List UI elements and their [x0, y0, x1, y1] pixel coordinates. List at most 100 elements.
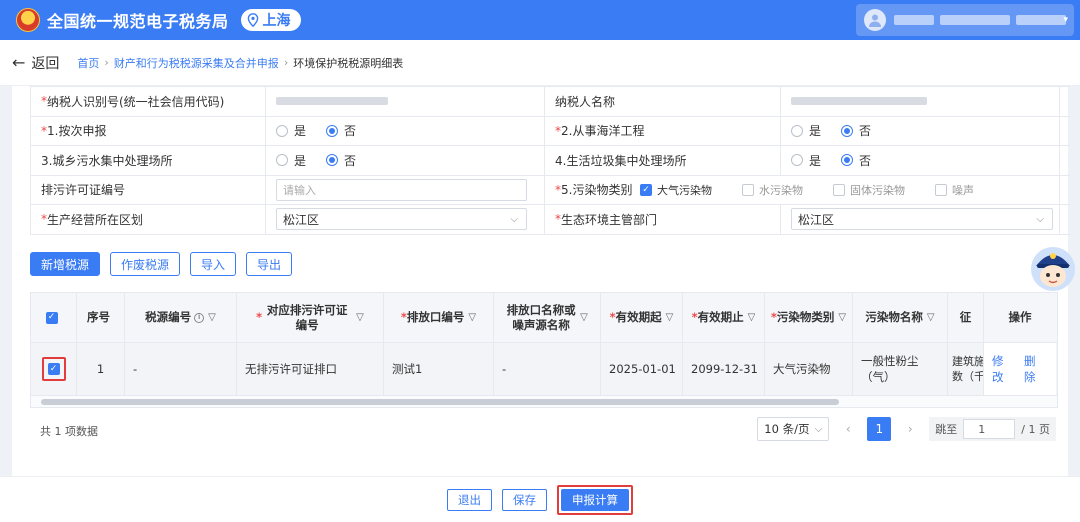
radio-yes[interactable]	[276, 124, 288, 137]
cell-end: 2099-12-31	[683, 343, 765, 395]
page-size-value: 10 条/页	[764, 422, 810, 436]
import-button[interactable]: 导入	[190, 252, 237, 276]
radio-no[interactable]	[326, 154, 339, 167]
filter-icon[interactable]: ▽	[666, 310, 674, 325]
radio-yes[interactable]	[791, 154, 803, 167]
checkbox[interactable]	[935, 183, 947, 196]
radio-yes[interactable]	[791, 124, 803, 137]
checkbox[interactable]	[833, 183, 845, 196]
user-name-redacted	[894, 15, 934, 25]
page-jump: 跳至 1 / 1 页	[929, 417, 1056, 441]
page-1-button[interactable]: 1	[867, 417, 892, 441]
by-time-label: 1.按次申报	[47, 124, 107, 139]
breadcrumb-home[interactable]: 首页	[77, 55, 99, 71]
user-id-redacted	[1016, 15, 1066, 25]
pollutant-noise-label: 噪声	[952, 183, 974, 197]
pollutant-air-label: 大气污染物	[657, 183, 712, 197]
header-no: 序号	[77, 293, 125, 342]
field-label: * 纳税人识别号(统一社会信用代码)	[30, 87, 266, 116]
radio-yes-label: 是	[294, 153, 307, 168]
permit-no-input[interactable]: 请输入	[276, 178, 527, 201]
field-label: * 生产经营所在区划	[30, 205, 266, 234]
header-end-label: 有效期止	[697, 310, 744, 324]
delete-link[interactable]: 删除	[1024, 353, 1046, 385]
checkbox-checked[interactable]: ✓	[640, 183, 652, 196]
form-row: * 生产经营所在区划 松江区 ⌵ * 生态环境主管部门 松江区 ⌵	[30, 205, 1070, 235]
scrollbar-thumb[interactable]	[41, 399, 839, 405]
header-start-label: 有效期起	[615, 310, 662, 324]
user-menu[interactable]: ▾	[856, 4, 1074, 36]
extra-line1: 建筑施	[952, 355, 984, 368]
header-end: * 有效期止 ▽	[683, 293, 765, 342]
pollutant-solid[interactable]: 固体污染物	[833, 182, 905, 198]
marine-radios: 是 否	[781, 116, 1060, 145]
header-extra-label: 征	[959, 310, 972, 324]
header-no-label: 序号	[87, 310, 110, 324]
radio-no[interactable]	[841, 154, 854, 167]
header-permit: * 对应排污许可证编号 ▽	[237, 293, 384, 342]
field-label: * 2.从事海洋工程	[545, 116, 781, 145]
pagination: 10 条/页 ⌵ ‹ 1 › 跳至 1 / 1 页	[757, 417, 1056, 441]
taxpayer-id-value	[266, 87, 545, 116]
row-checkbox[interactable]: ✓	[47, 363, 60, 375]
location-pin-icon	[247, 13, 258, 27]
add-tax-source-button[interactable]: 新增税源	[30, 252, 101, 276]
horizontal-scrollbar[interactable]	[31, 395, 1057, 407]
checkbox[interactable]	[742, 183, 754, 196]
cell-pollutant-name: 一般性粉尘（气）	[853, 343, 948, 395]
pollutant-checkboxes: ✓ 大气污染物 水污染物 固体污染物 噪声	[640, 175, 1060, 204]
radio-no[interactable]	[326, 124, 339, 137]
pollutant-type-label: 5.污染物类别	[561, 183, 633, 198]
table-header: ✓ 序号 税源编号 i ▽ * 对应排污许可证编号 ▽ * 排放口编号 ▽ 排放口名称或噪声…	[31, 293, 1057, 343]
filter-icon[interactable]: ▽	[838, 310, 846, 325]
pollutant-noise[interactable]: 噪声	[935, 182, 974, 198]
filter-icon[interactable]: ▽	[748, 310, 756, 325]
filter-icon[interactable]: ▽	[580, 310, 588, 325]
select-all-checkbox[interactable]: ✓	[45, 311, 58, 324]
pollutant-solid-label: 固体污染物	[850, 183, 905, 197]
radio-yes-label: 是	[294, 124, 307, 139]
pollutant-air[interactable]: ✓ 大气污染物	[640, 182, 712, 198]
void-tax-source-button[interactable]: 作废税源	[110, 252, 181, 276]
cell-actions: 修改 删除	[984, 343, 1056, 395]
filter-icon[interactable]: ▽	[356, 310, 364, 325]
filter-icon[interactable]: ▽	[468, 310, 476, 325]
header-outlet-name: 排放口名称或噪声源名称 ▽	[494, 293, 601, 342]
table-toolbar: 新增税源 作废税源 导入 导出	[30, 252, 293, 276]
env-dept-label: 生态环境主管部门	[561, 212, 658, 227]
info-icon[interactable]: i	[194, 312, 205, 323]
city-selector[interactable]: 上海	[240, 9, 301, 31]
pollutant-water[interactable]: 水污染物	[742, 182, 803, 198]
page-size-select[interactable]: 10 条/页 ⌵	[757, 417, 830, 441]
submit-calc-button[interactable]: 申报计算	[561, 488, 629, 511]
env-dept-select[interactable]: 松江区 ⌵	[791, 208, 1053, 231]
district-label: 生产经营所在区划	[47, 212, 144, 227]
next-page-button[interactable]: ›	[899, 417, 921, 441]
district-select[interactable]: 松江区 ⌵	[276, 208, 527, 231]
table-row[interactable]: ✓ 1 - 无排污许可证排口 测试1 - 2025-01-01 2099-12-…	[31, 343, 1057, 395]
radio-no[interactable]	[841, 124, 854, 137]
prev-page-button[interactable]: ‹	[837, 417, 859, 441]
header-permit-label: 对应排污许可证编号	[266, 302, 348, 332]
redacted-text	[791, 97, 927, 106]
back-button[interactable]: ← 返回	[12, 53, 59, 73]
cell-no: 1	[77, 343, 125, 395]
chevron-right-icon: ›	[104, 56, 109, 69]
save-button[interactable]: 保存	[502, 488, 547, 511]
exit-button[interactable]: 退出	[447, 488, 492, 511]
jump-input[interactable]: 1	[963, 419, 1016, 439]
cell-extra: 建筑施 数（千	[948, 343, 984, 395]
nav-bar: ← 返回 首页 › 财产和行为税税源采集及合并申报 › 环境保护税税源明细表	[0, 40, 1080, 86]
tax-service-mascot-icon[interactable]	[1028, 242, 1078, 294]
export-button[interactable]: 导出	[246, 252, 293, 276]
filter-icon[interactable]: ▽	[208, 310, 216, 325]
radio-yes[interactable]	[276, 154, 288, 167]
chevron-down-icon: ⌵	[814, 423, 823, 435]
form-row: * 纳税人识别号(统一社会信用代码) 纳税人名称	[30, 87, 1070, 117]
filter-icon[interactable]: ▽	[927, 310, 935, 325]
edit-link[interactable]: 修改	[992, 353, 1014, 385]
radio-no-label: 否	[344, 124, 357, 139]
pollutant-water-label: 水污染物	[759, 183, 803, 197]
header-op-label: 操作	[1008, 310, 1032, 324]
breadcrumb-declaration[interactable]: 财产和行为税税源采集及合并申报	[114, 55, 279, 71]
